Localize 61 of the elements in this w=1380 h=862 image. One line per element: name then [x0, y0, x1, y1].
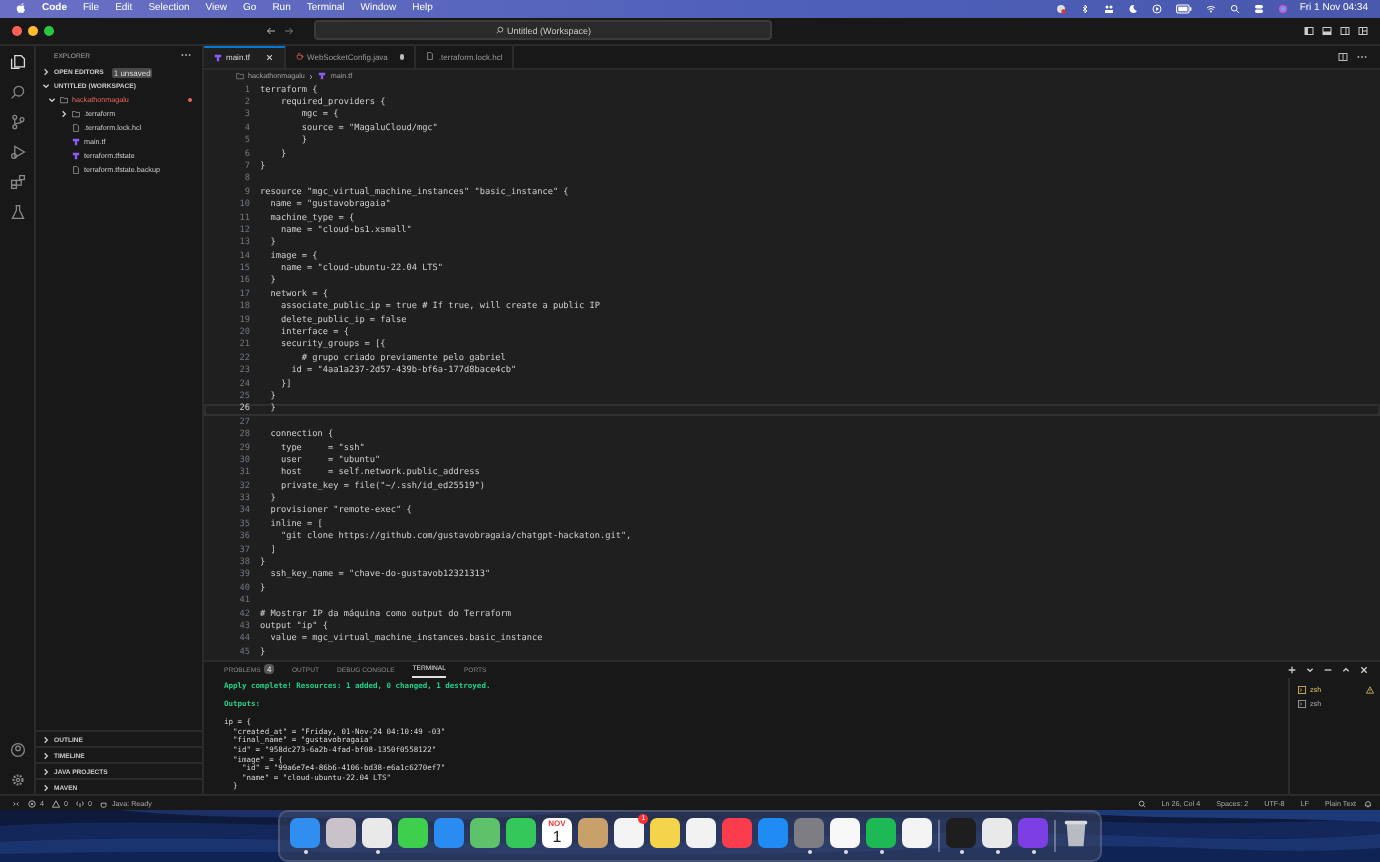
bell-icon[interactable] — [1364, 799, 1372, 808]
terminal-icon — [1298, 686, 1306, 695]
folder-icon — [236, 72, 244, 81]
control-center-icon[interactable] — [1253, 3, 1264, 14]
flask-icon[interactable] — [9, 203, 25, 220]
app-icon[interactable] — [686, 818, 716, 848]
search-icon — [495, 26, 504, 35]
file-icon — [72, 166, 80, 175]
app-icon[interactable] — [506, 818, 536, 848]
app-icon[interactable] — [902, 818, 932, 848]
close-icon[interactable] — [266, 54, 274, 62]
moon-icon[interactable] — [1127, 3, 1138, 14]
battery-icon[interactable] — [1175, 3, 1192, 14]
apple-icon[interactable] — [16, 2, 26, 15]
plus-icon[interactable] — [1288, 665, 1296, 674]
file-icon — [72, 124, 80, 133]
run-debug-icon[interactable] — [9, 143, 25, 160]
trash-icon[interactable] — [1062, 818, 1090, 848]
play-icon[interactable] — [1151, 3, 1162, 14]
close-button[interactable] — [12, 25, 22, 36]
search-icon[interactable] — [9, 83, 25, 100]
zoom-icon[interactable] — [1137, 799, 1146, 808]
split-editor-icon[interactable] — [1338, 51, 1348, 62]
unsaved-dot — [399, 54, 405, 60]
antenna-icon — [76, 799, 84, 808]
app-icon[interactable] — [398, 818, 428, 848]
app-icon[interactable] — [470, 818, 500, 848]
wifi-icon[interactable] — [1205, 3, 1216, 14]
app-icon[interactable] — [362, 818, 392, 848]
terraform-icon — [214, 53, 222, 62]
account-icon[interactable] — [9, 742, 25, 759]
zoom-button[interactable] — [44, 25, 54, 36]
siri-icon[interactable] — [1277, 3, 1288, 14]
extensions-icon[interactable] — [9, 173, 25, 190]
app-icon[interactable] — [982, 818, 1012, 848]
cup-icon — [295, 52, 304, 61]
close-icon[interactable] — [1360, 665, 1368, 674]
minimize-button[interactable] — [28, 25, 38, 36]
back-arrow-icon[interactable] — [266, 25, 276, 36]
panel-toggle-icon[interactable] — [1322, 25, 1332, 36]
settings-icon[interactable] — [9, 772, 25, 789]
app-icon[interactable] — [578, 818, 608, 848]
app-icon[interactable] — [866, 818, 896, 848]
people-icon[interactable] — [1103, 3, 1114, 14]
app-icon[interactable] — [830, 818, 860, 848]
warning-icon — [1366, 686, 1374, 695]
file-icon — [426, 52, 435, 61]
cup-icon — [100, 799, 108, 808]
terraform-icon — [318, 72, 327, 81]
terminal-icon — [1298, 700, 1306, 709]
bluetooth-icon[interactable] — [1079, 3, 1090, 14]
secondary-sidebar-icon[interactable] — [1340, 25, 1350, 36]
layout-icon[interactable] — [1358, 25, 1368, 36]
sidebar-toggle-icon[interactable] — [1304, 25, 1314, 36]
record-icon[interactable] — [1055, 3, 1066, 14]
app-icon[interactable] — [326, 818, 356, 848]
app-icon[interactable] — [650, 818, 680, 848]
error-icon — [28, 799, 36, 808]
warning-icon — [52, 799, 60, 808]
files-icon[interactable] — [9, 53, 25, 70]
source-control-icon[interactable] — [9, 113, 25, 130]
